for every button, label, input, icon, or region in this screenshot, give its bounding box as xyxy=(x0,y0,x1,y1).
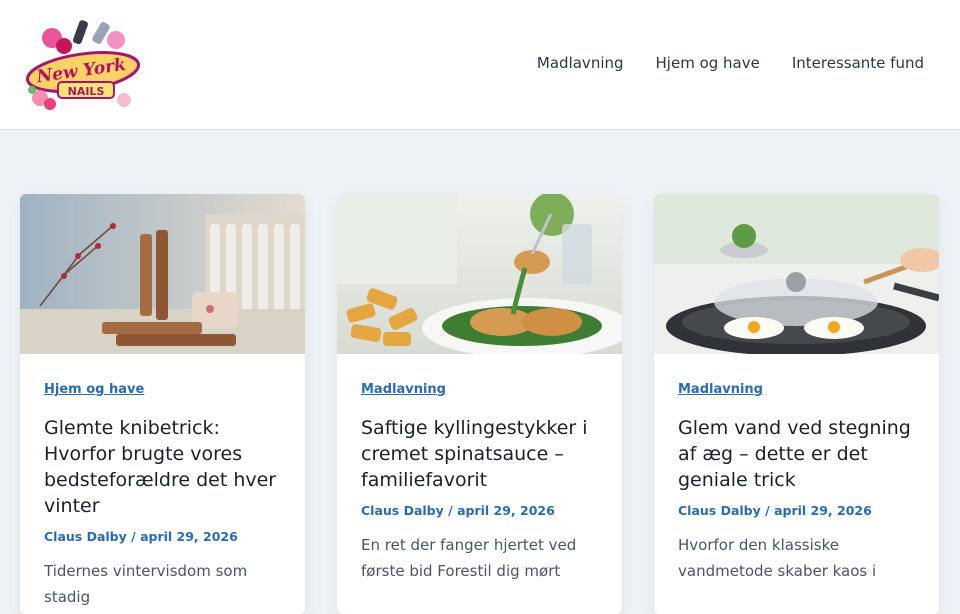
post-date: april 29, 2026 xyxy=(774,503,872,518)
post-category[interactable]: Madlavning xyxy=(678,382,915,397)
post-date: april 29, 2026 xyxy=(140,529,238,544)
post-card: Hjem og have Glemte knibetrick: Hvorfor … xyxy=(20,194,305,614)
post-category[interactable]: Madlavning xyxy=(361,382,598,397)
meta-separator: / xyxy=(448,503,458,518)
main-nav: Madlavning Hjem og have Interessante fun… xyxy=(537,54,924,72)
nav-hjem-og-have[interactable]: Hjem og have xyxy=(656,54,760,72)
nav-interessante-fund[interactable]: Interessante fund xyxy=(792,54,924,72)
post-title[interactable]: Glemte knibetrick: Hvorfor brugte vores … xyxy=(44,415,281,519)
post-author[interactable]: Claus Dalby xyxy=(361,503,444,518)
post-body: Madlavning Saftige kyllingestykker i cre… xyxy=(337,354,622,584)
post-date: april 29, 2026 xyxy=(457,503,555,518)
post-category[interactable]: Hjem og have xyxy=(44,382,281,397)
svg-text:NAILS: NAILS xyxy=(68,85,105,98)
post-grid: Hjem og have Glemte knibetrick: Hvorfor … xyxy=(20,194,939,614)
post-body: Madlavning Glem vand ved stegning af æg … xyxy=(654,354,939,584)
post-title[interactable]: Glem vand ved stegning af æg – dette er … xyxy=(678,415,915,493)
post-author[interactable]: Claus Dalby xyxy=(678,503,761,518)
post-excerpt: Hvorfor den klassiske vandmetode skaber … xyxy=(678,536,877,580)
meta-separator: / xyxy=(765,503,775,518)
nav-madlavning[interactable]: Madlavning xyxy=(537,54,624,72)
post-title[interactable]: Saftige kyllingestykker i cremet spinats… xyxy=(361,415,598,493)
post-excerpt: En ret der fanger hjertet ved første bid… xyxy=(361,536,577,580)
post-card: Madlavning Glem vand ved stegning af æg … xyxy=(654,194,939,614)
clothespin-window-photo[interactable] xyxy=(20,194,305,354)
fried-eggs-pan-photo[interactable] xyxy=(654,194,939,354)
post-meta: Claus Dalby / april 29, 2026 xyxy=(44,529,281,544)
post-card: Madlavning Saftige kyllingestykker i cre… xyxy=(337,194,622,614)
post-excerpt: Tidernes vintervisdom som stadig xyxy=(44,562,248,606)
new-york-nails-logo[interactable]: New York NAILS xyxy=(24,16,142,114)
post-meta: Claus Dalby / april 29, 2026 xyxy=(361,503,598,518)
post-author[interactable]: Claus Dalby xyxy=(44,529,127,544)
post-meta: Claus Dalby / april 29, 2026 xyxy=(678,503,915,518)
post-body: Hjem og have Glemte knibetrick: Hvorfor … xyxy=(20,354,305,610)
site-header: New York NAILS Madlavning Hjem og have I… xyxy=(0,0,960,130)
chicken-spinach-photo[interactable] xyxy=(337,194,622,354)
meta-separator: / xyxy=(131,529,141,544)
